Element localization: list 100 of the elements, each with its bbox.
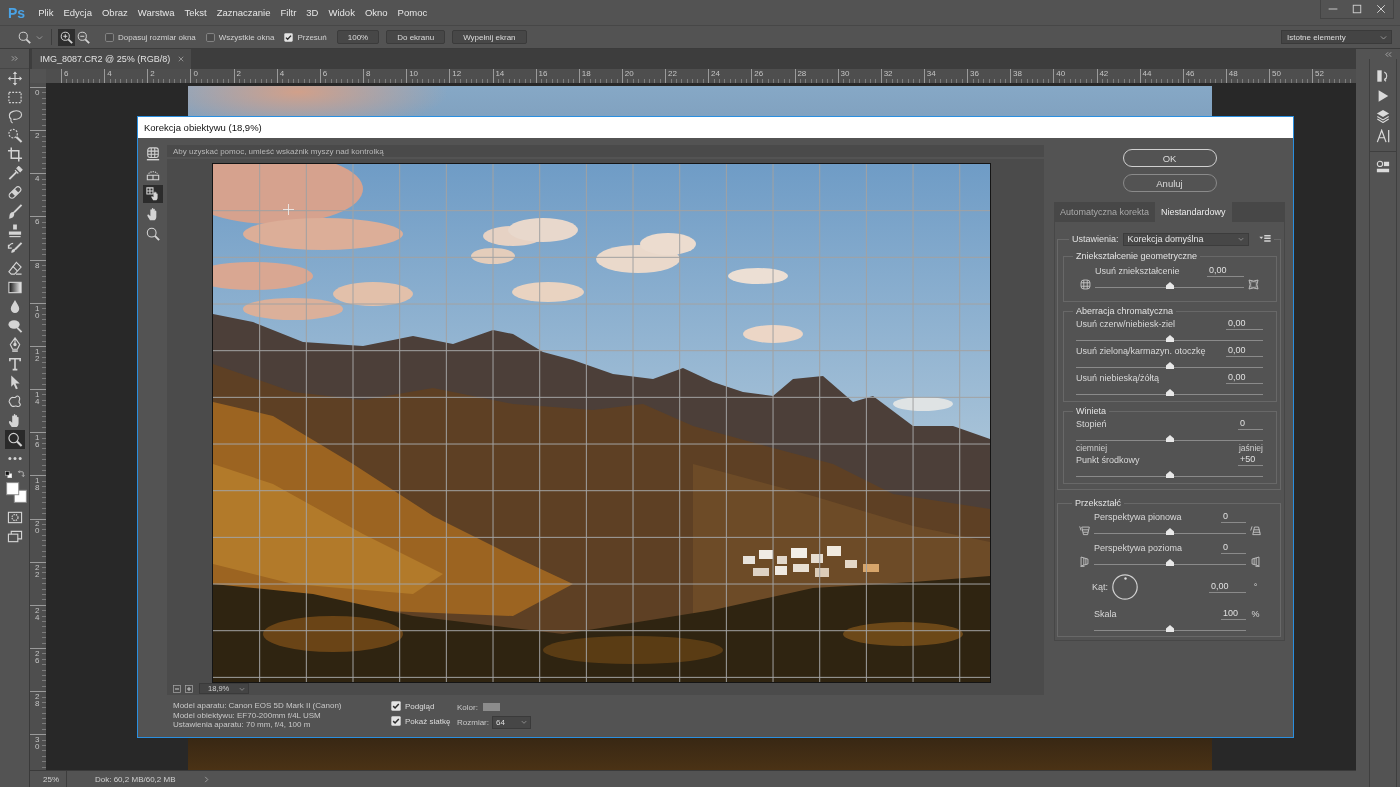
quick-mask-icon[interactable] — [6, 510, 23, 525]
barrel-grid-icon[interactable] — [1080, 279, 1091, 290]
camera-info-text: Model aparatu: Canon EOS 5D Mark II (Canon) — [173, 701, 343, 711]
dialog-checkbox[interactable]: Pokaż siatkę — [391, 716, 457, 726]
option-checkbox[interactable]: Dopasuj rozmiar okna — [105, 32, 196, 42]
screen-mode-icon[interactable] — [6, 529, 23, 544]
angle-dial[interactable] — [1112, 574, 1138, 600]
value-field[interactable]: 0,00 — [1226, 345, 1263, 357]
fill-screen-button[interactable]: Wypełnij ekran — [452, 30, 527, 44]
dialog-checkbox[interactable]: Podgląd — [391, 701, 457, 711]
slider-thumb[interactable] — [1165, 388, 1174, 396]
slider-thumb[interactable] — [1165, 470, 1174, 478]
gradient-icon[interactable] — [6, 280, 23, 295]
menu-item[interactable]: Warstwa — [137, 7, 175, 18]
document-tab[interactable]: IMG_8087.CR2 @ 25% (RGB/8) — [32, 49, 192, 69]
value-field[interactable]: 0,00 — [1226, 372, 1263, 384]
move-tool-icon[interactable] — [6, 71, 23, 86]
value-field[interactable]: 0,00 — [1226, 318, 1263, 330]
menu-item[interactable]: Zaznaczanie — [216, 7, 271, 18]
grid-color-swatch[interactable] — [483, 703, 500, 711]
type-tool-icon[interactable] — [6, 356, 23, 371]
menu-item[interactable]: Filtr — [280, 7, 297, 18]
document-size-text: Dok: 60,2 MB/60,2 MB — [95, 774, 176, 784]
brush-icon[interactable] — [6, 204, 23, 219]
menu-item[interactable]: 3D — [306, 7, 319, 18]
horizontal-perspective-icon[interactable] — [1079, 556, 1090, 567]
cancel-button[interactable]: Anuluj — [1122, 174, 1217, 192]
ok-button[interactable]: OK — [1122, 149, 1217, 167]
tab[interactable]: Niestandardowy — [1155, 202, 1232, 222]
layers-icon[interactable] — [1376, 109, 1390, 123]
rectangle-marquee-icon[interactable] — [6, 90, 23, 105]
slider-thumb[interactable] — [1166, 527, 1174, 535]
value-field[interactable]: 0 — [1221, 542, 1246, 554]
tab[interactable]: Automatyczna korekta — [1054, 202, 1156, 222]
maximize-icon[interactable] — [1352, 4, 1362, 14]
menu-item[interactable]: Obraz — [101, 7, 128, 18]
color-label: Kolor: — [457, 702, 479, 712]
zoom-in-box-icon[interactable] — [185, 684, 193, 693]
value-field[interactable]: 0,00 — [1209, 581, 1246, 593]
menu-item[interactable]: Edycja — [63, 7, 92, 18]
zoom-in-icon[interactable] — [58, 28, 75, 46]
slider-thumb[interactable] — [1166, 624, 1174, 632]
vertical-perspective-icon[interactable] — [1079, 525, 1090, 536]
zoom-icon[interactable] — [145, 227, 160, 241]
eraser-icon[interactable] — [6, 261, 23, 276]
ruler-label: 6 — [64, 69, 69, 78]
eyedropper-icon[interactable] — [6, 166, 23, 181]
zoom-preset-icon[interactable] — [18, 30, 31, 44]
zoom-out-icon[interactable] — [77, 30, 90, 44]
menu-item[interactable]: Widok — [328, 7, 355, 18]
zoom-level-field[interactable]: 25% — [30, 771, 67, 787]
value-field[interactable]: 100 — [1221, 608, 1246, 620]
quick-select-brush-icon[interactable] — [6, 128, 23, 143]
grid-distortion-icon[interactable] — [145, 147, 160, 161]
value-field[interactable]: 0,00 — [1207, 265, 1244, 277]
dodge-icon[interactable] — [6, 318, 23, 333]
swap-colors-icon[interactable] — [16, 470, 25, 478]
pincushion-icon[interactable] — [1248, 279, 1259, 290]
caret-icon — [1237, 236, 1244, 242]
fit-screen-button[interactable]: Do ekranu — [386, 30, 446, 44]
close-icon[interactable] — [178, 56, 185, 62]
slider-thumb[interactable] — [1165, 334, 1174, 342]
color-swatches-icon[interactable] — [5, 482, 27, 503]
workspace-dropdown[interactable]: Istotne elementy — [1281, 30, 1392, 44]
zoom-icon[interactable] — [4, 430, 25, 449]
option-checkbox[interactable]: Przesuń — [284, 32, 327, 42]
play-icon[interactable] — [1376, 89, 1390, 103]
actual-size-button[interactable]: 100% — [336, 30, 380, 44]
horizontal-perspective-icon[interactable] — [1250, 556, 1261, 567]
character-icon[interactable] — [1376, 129, 1390, 143]
value-field[interactable]: 0 — [1221, 511, 1246, 523]
vertical-perspective-icon[interactable] — [1250, 525, 1261, 536]
menu-item[interactable]: Tekst — [184, 7, 207, 18]
menu-item[interactable]: Pomoc — [397, 7, 428, 18]
grid-size-dropdown[interactable]: 64 — [492, 715, 531, 729]
history-icon[interactable] — [1376, 69, 1390, 83]
ruler-label: 30 — [35, 736, 40, 751]
stamp-icon[interactable] — [6, 223, 23, 238]
slider-thumb[interactable] — [1165, 281, 1174, 289]
value-field[interactable]: +50 — [1238, 454, 1263, 466]
properties-icon[interactable] — [1376, 160, 1390, 174]
settings-dropdown[interactable]: Korekcja domyślna — [1122, 232, 1249, 246]
slider-thumb[interactable] — [1166, 558, 1174, 566]
bandage-icon[interactable] — [6, 185, 23, 200]
group-title: Aberracja chromatyczna — [1076, 306, 1174, 316]
menu-item[interactable]: Okno — [364, 7, 388, 18]
ruler-label: 30 — [840, 69, 850, 78]
crop-icon[interactable] — [6, 147, 23, 162]
zoom-out-box-icon[interactable] — [173, 684, 181, 693]
value-field[interactable]: 0 — [1238, 418, 1263, 430]
close-icon[interactable] — [1376, 4, 1386, 14]
lasso-icon[interactable] — [6, 109, 23, 124]
option-checkbox[interactable]: Wszystkie okna — [205, 32, 275, 42]
default-colors-icon[interactable] — [4, 471, 12, 478]
menu-item[interactable]: Plik — [38, 7, 54, 18]
custom-shape-icon[interactable] — [6, 394, 23, 409]
panel-menu-icon[interactable] — [1258, 233, 1271, 245]
move-grid-icon[interactable] — [142, 185, 163, 203]
slider-thumb[interactable] — [1165, 361, 1174, 369]
slider-thumb[interactable] — [1165, 434, 1174, 442]
